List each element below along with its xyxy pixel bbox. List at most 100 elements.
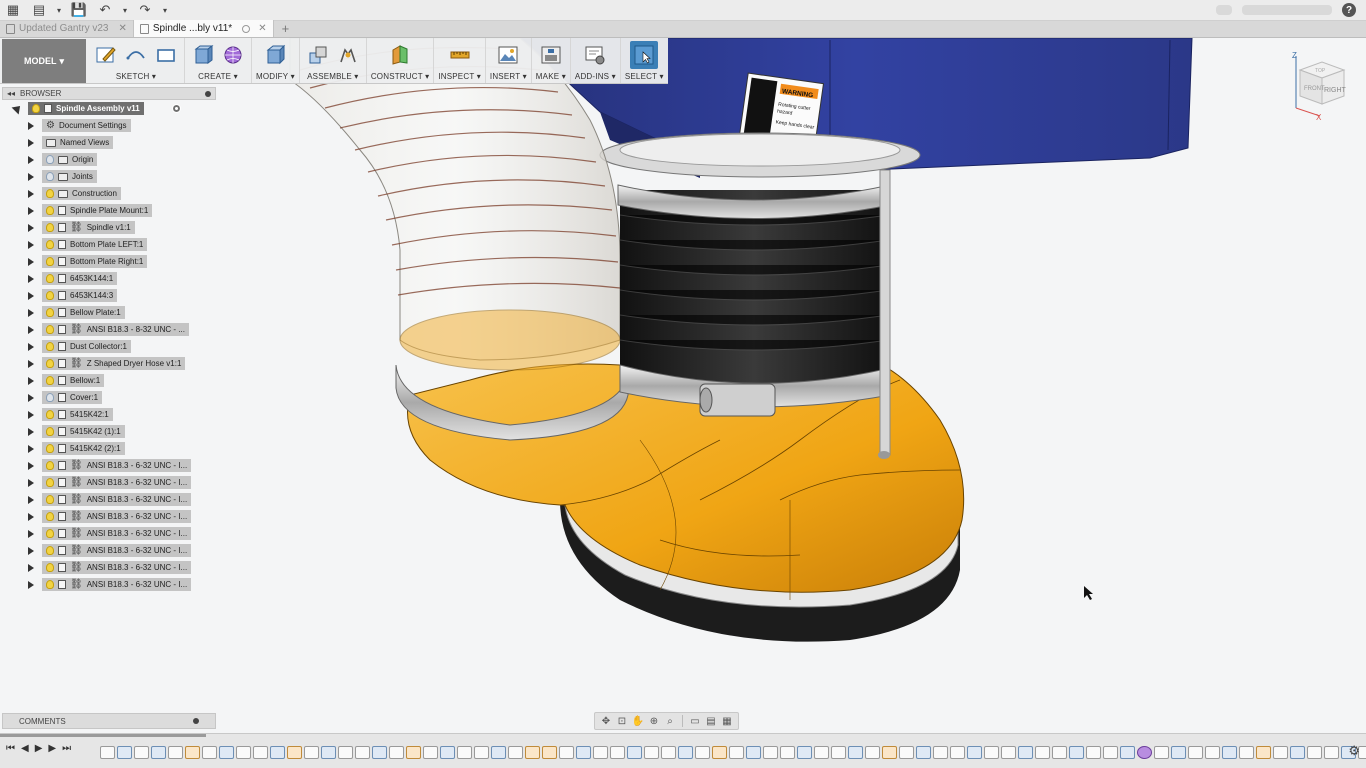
timeline-feature-icon[interactable] — [848, 745, 863, 759]
extrude-icon[interactable] — [189, 41, 217, 69]
timeline-feature-icon[interactable] — [1256, 745, 1271, 759]
pan-icon[interactable]: ✋ — [631, 714, 645, 728]
timeline-feature-icon[interactable] — [1188, 745, 1203, 759]
expand-triangle-icon[interactable] — [28, 563, 34, 572]
visibility-bulb-icon[interactable] — [46, 563, 54, 572]
timeline-feature-icon[interactable] — [1290, 745, 1305, 759]
tree-item-node[interactable]: ⛓ ANSI B18.3 - 6-32 UNC - I... — [42, 544, 192, 557]
root-component[interactable]: Spindle Assembly v11 — [28, 102, 144, 115]
timeline-feature-icon[interactable] — [474, 745, 489, 759]
timeline-feature-icon[interactable] — [746, 745, 761, 759]
panel-pin-icon[interactable] — [193, 718, 199, 724]
timeline-feature-icon[interactable] — [168, 745, 183, 759]
visibility-bulb-icon[interactable] — [46, 376, 54, 385]
timeline-feature-icon[interactable] — [406, 745, 421, 759]
timeline-feature-icon[interactable] — [1222, 745, 1237, 759]
timeline-feature-icon[interactable] — [916, 745, 931, 759]
toolbar-group-label[interactable]: ASSEMBLE ▾ — [307, 72, 358, 82]
expand-triangle-icon[interactable] — [28, 325, 34, 334]
visibility-bulb-icon[interactable] — [46, 427, 54, 436]
orbit-icon[interactable]: ✥ — [599, 714, 613, 728]
timeline-feature-icon[interactable] — [593, 745, 608, 759]
tree-root[interactable]: Spindle Assembly v11 — [2, 100, 216, 117]
timeline-feature-icon[interactable] — [933, 745, 948, 759]
tree-item-node[interactable]: 5415K42:1 — [42, 408, 113, 421]
visibility-bulb-icon[interactable] — [46, 580, 54, 589]
tree-item-node[interactable]: ⛓ ANSI B18.3 - 6-32 UNC - I... — [42, 459, 192, 472]
workspace-mode-button[interactable]: MODEL ▾ — [2, 39, 86, 83]
timeline-feature-icon[interactable] — [542, 745, 557, 759]
visibility-bulb-icon[interactable] — [46, 206, 54, 215]
new-tab-button[interactable]: + — [274, 20, 298, 37]
top-face-label[interactable]: TOP — [1315, 68, 1326, 74]
timeline-feature-icon[interactable] — [661, 745, 676, 759]
expand-triangle-icon[interactable] — [28, 546, 34, 555]
toolbar-group-label[interactable]: SKETCH ▾ — [116, 72, 156, 82]
timeline-feature-icon[interactable] — [202, 745, 217, 759]
tree-item[interactable]: ⛓ ANSI B18.3 - 6-32 UNC - I... — [2, 457, 216, 474]
measure-icon[interactable] — [446, 41, 474, 69]
visibility-bulb-icon[interactable] — [46, 393, 54, 402]
expand-triangle-icon[interactable] — [28, 580, 34, 589]
timeline-feature-icon[interactable] — [440, 745, 455, 759]
timeline-feature-icon[interactable] — [100, 745, 115, 759]
expand-triangle-icon[interactable] — [28, 206, 34, 215]
tree-item-node[interactable]: ⛓ ANSI B18.3 - 6-32 UNC - I... — [42, 561, 192, 574]
timeline-feature-icon[interactable] — [882, 745, 897, 759]
tree-item-node[interactable]: Joints — [42, 170, 97, 183]
timeline-feature-icon[interactable] — [151, 745, 166, 759]
tree-item-node[interactable]: Spindle Plate Mount:1 — [42, 204, 153, 217]
view-cube[interactable]: Z X FRONT RIGHT TOP — [1288, 50, 1358, 120]
zoom-icon[interactable]: ⊕ — [647, 714, 661, 728]
tree-item-node[interactable]: ⛓ ANSI B18.3 - 6-32 UNC - I... — [42, 578, 192, 591]
timeline-feature-icon[interactable] — [185, 745, 200, 759]
browser-header[interactable]: ◂◂ BROWSER — [2, 87, 216, 100]
visibility-bulb-icon[interactable] — [46, 172, 54, 181]
tree-item-node[interactable]: ⛓ Spindle v1:1 — [42, 221, 135, 234]
tree-item-node[interactable]: Cover:1 — [42, 391, 103, 404]
timeline-feature-icon[interactable] — [134, 745, 149, 759]
timeline-feature-icon[interactable] — [525, 745, 540, 759]
timeline-feature-icon[interactable] — [576, 745, 591, 759]
expand-triangle-icon[interactable] — [28, 138, 34, 147]
tree-item-node[interactable]: Bottom Plate LEFT:1 — [42, 238, 148, 251]
timeline-feature-icon[interactable] — [457, 745, 472, 759]
timeline-feature-icon[interactable] — [967, 745, 982, 759]
undo-icon[interactable]: ↶ — [92, 0, 118, 21]
tree-item-node[interactable]: Bottom Plate Right:1 — [42, 255, 148, 268]
expand-triangle-icon[interactable] — [28, 342, 34, 351]
timeline-feature-icon[interactable] — [1171, 745, 1186, 759]
visibility-bulb-icon[interactable] — [46, 512, 54, 521]
help-icon[interactable]: ? — [1342, 3, 1356, 17]
play-icon[interactable]: ▶ — [35, 743, 43, 754]
close-tab-icon[interactable]: ✕ — [119, 23, 127, 34]
app-grid-icon[interactable]: ▦ — [0, 0, 26, 21]
tree-item-node[interactable]: Dust Collector:1 — [42, 340, 131, 353]
timeline-feature-icon[interactable] — [1137, 745, 1152, 759]
save-icon[interactable]: 💾 — [66, 0, 92, 21]
visibility-bulb-icon[interactable] — [46, 342, 54, 351]
tree-item-node[interactable]: Named Views — [42, 136, 114, 149]
timeline-feature-icon[interactable] — [865, 745, 880, 759]
undo-chevron-icon[interactable]: ▾ — [118, 0, 132, 21]
right-face-label[interactable]: RIGHT — [1324, 87, 1347, 94]
fit-icon[interactable]: ⌕ — [663, 714, 677, 728]
timeline-feature-icon[interactable] — [950, 745, 965, 759]
go-to-start-icon[interactable]: ⏮ — [6, 743, 15, 754]
tree-item-node[interactable]: 6453K144:1 — [42, 272, 118, 285]
redo-icon[interactable]: ↷ — [132, 0, 158, 21]
expand-triangle-icon[interactable] — [28, 155, 34, 164]
timeline-feature-icon[interactable] — [678, 745, 693, 759]
expand-triangle-icon[interactable] — [28, 359, 34, 368]
visibility-bulb-icon[interactable] — [46, 444, 54, 453]
visibility-bulb-icon[interactable] — [46, 257, 54, 266]
timeline-scrollbar[interactable] — [0, 734, 206, 737]
comments-panel[interactable]: COMMENTS — [2, 713, 216, 729]
visibility-bulb-icon[interactable] — [46, 155, 54, 164]
timeline-feature-icon[interactable] — [899, 745, 914, 759]
timeline-feature-icon[interactable] — [1018, 745, 1033, 759]
tree-item[interactable]: Named Views — [2, 134, 216, 151]
timeline-feature-icon[interactable] — [1103, 745, 1118, 759]
collapse-icon[interactable]: ◂◂ — [7, 89, 15, 98]
go-to-end-icon[interactable]: ⏭ — [62, 743, 71, 754]
